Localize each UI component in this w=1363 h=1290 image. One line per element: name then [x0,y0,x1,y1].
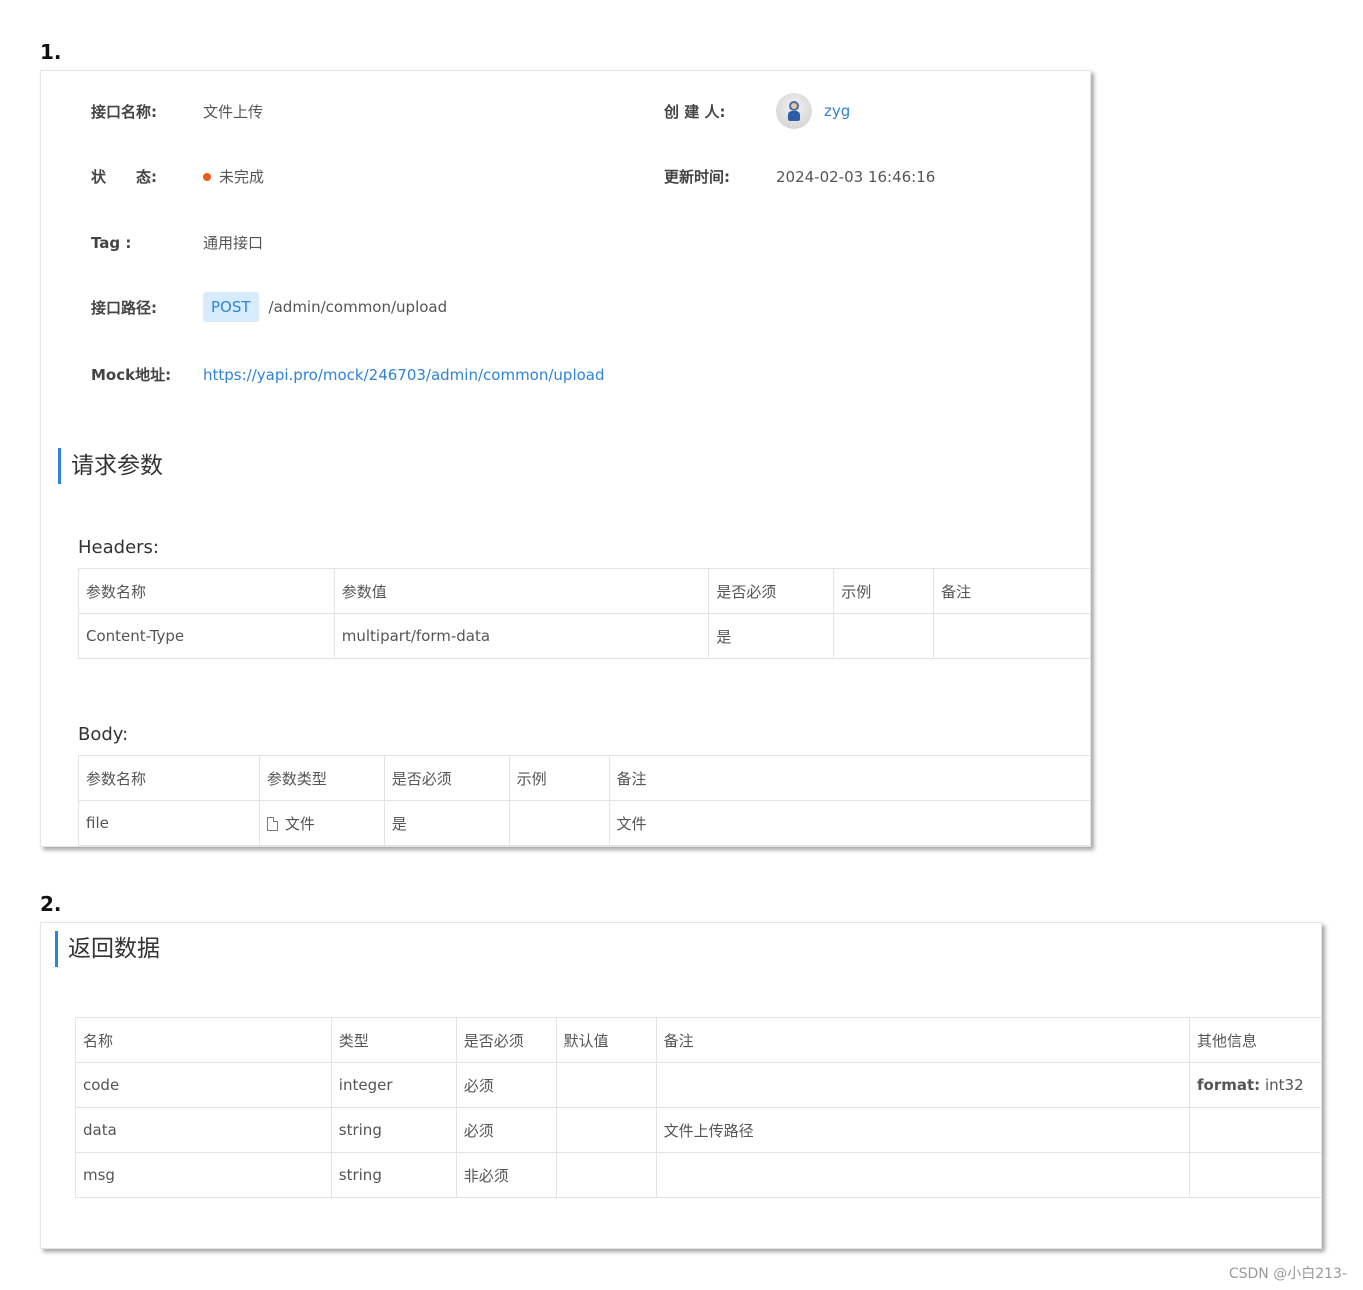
format-value: int32 [1264,1076,1304,1094]
tag-value: 通用接口 [203,234,264,252]
interface-name-label: 接口名称: [91,103,157,121]
column-header: 备注 [609,755,1090,801]
mock-label: Mock地址: [91,366,172,384]
table-cell: msg [75,1152,332,1198]
table-header-row: 参数名称 参数值 是否必须 示例 备注 [78,568,1090,614]
table-cell: 文件 [616,814,647,833]
table-cell [934,614,1090,659]
step-2-label: 2. [40,892,62,916]
table-cell: integer [331,1062,457,1108]
table-row: msg string 非必须 [75,1152,1322,1198]
tag-row: Tag : 通用接口 [91,232,263,253]
creator-label: 创 建 人: [664,102,726,121]
interface-name-row: 接口名称: 文件上传 [91,101,263,122]
table-row: Content-Type multipart/form-data 是 [78,613,1091,659]
avatar[interactable] [776,93,812,129]
table-row: data string 必须 文件上传路径 [75,1107,1321,1153]
updated-row: 更新时间: 2024-02-03 16:46:16 [664,166,935,187]
column-header: 示例 [509,755,610,801]
path-label: 接口路径: [91,298,157,317]
table-cell: string [331,1152,457,1198]
column-header: 默认值 [556,1017,657,1063]
table-cell [1190,1153,1321,1198]
step-1-label: 1. [40,40,62,64]
table-cell: 文件上传路径 [656,1107,1191,1153]
column-header: 参数值 [334,568,710,614]
table-cell [556,1152,657,1198]
table-cell: string [331,1107,457,1153]
body-table: 参数名称 参数类型 是否必须 示例 备注 file 文件 是 文件 [78,755,1091,846]
column-header: 是否必须 [384,755,510,801]
table-cell: format: int32 [1189,1062,1321,1108]
table-cell: 必须 [456,1062,557,1108]
table-cell: 文件 [259,800,385,846]
table-cell [656,1062,1191,1108]
response-panel: 返回数据 名称 类型 是否必须 默认值 备注 其他信息 code integer… [40,922,1322,1249]
method-badge: POST [203,292,259,322]
user-avatar-icon [787,101,801,121]
column-header: 备注 [656,1017,1191,1063]
body-title: Body: [78,724,129,745]
table-cell: file [78,800,260,846]
watermark: CSDN @小白213- [1228,1266,1347,1282]
table-cell: 非必须 [456,1152,557,1198]
creator-link[interactable]: zyg [824,102,850,120]
table-cell [556,1062,657,1108]
mock-row: Mock地址: https://yapi.pro/mock/246703/adm… [91,364,605,385]
response-table: 名称 类型 是否必须 默认值 备注 其他信息 code integer 必须 f… [75,1017,1322,1198]
tag-label: Tag : [91,233,132,252]
table-cell: data [75,1107,332,1153]
creator-row: 创 建 人: zyg [664,93,850,129]
interface-name-value: 文件上传 [203,103,264,121]
column-header: 名称 [75,1017,332,1063]
table-cell [656,1152,1191,1198]
headers-table: 参数名称 参数值 是否必须 示例 备注 Content-Type multipa… [78,568,1091,659]
column-header: 示例 [833,568,935,614]
request-params-title: 请求参数 [58,448,163,484]
table-header-row: 参数名称 参数类型 是否必须 示例 备注 [78,755,1090,801]
interface-info-panel: 接口名称: 文件上传 创 建 人: zyg 状 态: 未完成 更新时间: 202… [40,70,1091,847]
path-value: /admin/common/upload [268,298,448,316]
table-row: code integer 必须 format: int32 [75,1062,1321,1108]
table-header-row: 名称 类型 是否必须 默认值 备注 其他信息 [75,1017,1321,1063]
table-row: file 文件 是 文件 [78,800,1091,846]
path-row: 接口路径: POST /admin/common/upload [91,292,447,322]
column-header: 类型 [331,1017,457,1063]
status-row: 状 态: 未完成 [91,166,264,187]
column-header: 其他信息 [1189,1017,1321,1063]
format-key: format: [1197,1076,1261,1094]
param-type: 文件 [284,814,315,833]
column-header: 参数名称 [78,755,260,801]
status-value: 未完成 [219,168,265,186]
column-header: 备注 [933,568,1090,614]
table-cell [1189,1107,1321,1153]
column-header: 是否必须 [708,568,835,614]
column-header: 参数类型 [259,755,385,801]
table-cell: code [75,1062,332,1108]
table-cell: multipart/form-data [334,613,710,659]
updated-label: 更新时间: [664,168,730,186]
table-cell [509,800,610,846]
status-dot-icon [203,172,211,181]
table-cell: Content-Type [78,613,335,659]
mock-url-link[interactable]: https://yapi.pro/mock/246703/admin/commo… [203,366,605,384]
response-title: 返回数据 [55,931,160,967]
table-cell: 是 [384,800,510,846]
status-label: 状 态: [91,168,157,186]
table-cell [833,613,935,659]
table-cell: 是 [708,613,835,659]
headers-title: Headers: [78,537,159,558]
table-cell: 必须 [456,1107,557,1153]
column-header: 是否必须 [456,1017,557,1063]
table-cell [556,1107,657,1153]
updated-value: 2024-02-03 16:46:16 [776,167,936,186]
column-header: 参数名称 [78,568,335,614]
file-icon [266,816,278,831]
